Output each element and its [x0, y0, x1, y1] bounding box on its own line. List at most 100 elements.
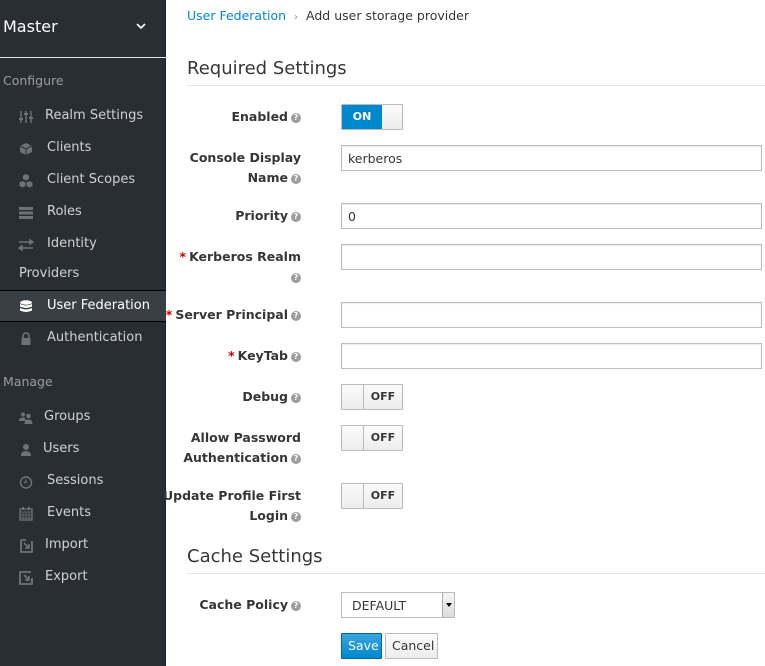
update-profile-first-login-label: Update Profile First Login? — [163, 486, 301, 526]
sidebar-item-clients[interactable]: Clients — [0, 133, 166, 163]
console-display-name-input[interactable] — [341, 145, 762, 171]
enabled-toggle[interactable]: ON — [341, 104, 403, 130]
allow-password-auth-toggle[interactable]: OFF — [341, 425, 403, 451]
help-icon[interactable]: ? — [291, 112, 301, 123]
list-icon — [19, 207, 33, 219]
sidebar-item-user-federation[interactable]: User Federation — [0, 290, 166, 322]
keytab-input[interactable] — [341, 343, 762, 369]
database-icon — [20, 300, 32, 312]
sidebar-item-users[interactable]: Users — [0, 434, 166, 464]
toggle-off-label: OFF — [364, 385, 402, 409]
cache-policy-value: DEFAULT — [352, 598, 407, 613]
help-icon[interactable]: ? — [291, 351, 301, 362]
label-line-2: Name — [247, 170, 288, 185]
cube-icon — [19, 143, 33, 155]
update-profile-first-login-toggle[interactable]: OFF — [341, 483, 403, 509]
kerberos-realm-input[interactable] — [341, 244, 762, 270]
help-icon[interactable]: ? — [291, 310, 301, 321]
breadcrumb-user-federation-link[interactable]: User Federation — [187, 8, 286, 23]
server-principal-label-text: Server Principal — [175, 307, 288, 322]
sidebar-item-label: Groups — [44, 409, 91, 424]
priority-input[interactable] — [341, 203, 762, 229]
sidebar-item-sessions[interactable]: Sessions — [0, 466, 166, 496]
cache-policy-label-text: Cache Policy — [199, 597, 288, 612]
help-icon[interactable]: ? — [291, 211, 301, 222]
label-line-2: Authentication — [183, 450, 288, 465]
label-line-2: Login — [249, 508, 288, 523]
sidebar-item-label-continued: Providers — [19, 266, 80, 281]
exchange-icon — [18, 238, 34, 252]
sidebar-item-export[interactable]: Export — [0, 562, 166, 592]
keytab-label-text: KeyTab — [237, 348, 288, 363]
calendar-icon — [19, 507, 33, 521]
sidebar-item-events[interactable]: Events — [0, 498, 166, 528]
sidebar-item-label: Roles — [47, 204, 82, 219]
sidebar-item-label: User Federation — [47, 298, 150, 313]
dropdown-arrow-icon — [442, 593, 454, 617]
save-button[interactable]: Save — [341, 633, 382, 659]
required-marker: * — [179, 249, 187, 264]
toggle-off-label: OFF — [364, 484, 402, 508]
help-icon[interactable]: ? — [291, 392, 301, 403]
debug-label: Debug? — [242, 387, 301, 407]
clock-icon — [19, 476, 33, 489]
server-principal-label: * Server Principal? — [166, 305, 301, 325]
sidebar-item-label: Realm Settings — [45, 108, 144, 123]
debug-label-text: Debug — [242, 389, 288, 404]
sidebar-item-label: Users — [43, 441, 80, 456]
realm-name: Master — [3, 17, 58, 36]
users-icon — [19, 412, 33, 424]
enabled-label-text: Enabled — [231, 109, 288, 124]
label-line-1: Update Profile First — [163, 488, 301, 503]
toggle-handle — [342, 484, 364, 508]
sidebar-item-client-scopes[interactable]: Client Scopes — [0, 165, 166, 195]
help-icon[interactable]: ? — [291, 600, 301, 611]
help-icon[interactable]: ? — [291, 173, 301, 184]
allow-password-auth-label: Allow Password Authentication? — [183, 428, 301, 468]
lock-icon — [21, 332, 31, 345]
help-icon[interactable]: ? — [291, 511, 301, 522]
required-settings-heading: Required Settings — [187, 58, 765, 86]
keytab-label: * KeyTab? — [228, 346, 301, 366]
required-marker: * — [228, 348, 235, 363]
enabled-label: Enabled? — [231, 107, 301, 127]
toggle-handle — [342, 385, 364, 409]
cache-policy-label: Cache Policy? — [199, 595, 301, 615]
realm-selector[interactable]: Master — [0, 0, 166, 58]
priority-label-text: Priority — [235, 208, 288, 223]
toggle-on-label: ON — [342, 105, 382, 129]
sidebar-item-label: Identity — [47, 236, 97, 251]
breadcrumb-separator: › — [294, 12, 299, 23]
sidebar-item-authentication[interactable]: Authentication — [0, 323, 166, 353]
sidebar-item-label: Export — [45, 569, 88, 584]
server-principal-input[interactable] — [341, 302, 762, 328]
required-marker: * — [165, 307, 173, 322]
help-icon[interactable]: ? — [291, 272, 301, 283]
cache-policy-select[interactable]: DEFAULT — [341, 592, 455, 618]
sidebar-item-import[interactable]: Import — [0, 530, 166, 560]
sliders-icon — [19, 111, 33, 123]
sidebar-item-label: Import — [45, 537, 89, 552]
sidebar-item-label: Sessions — [47, 473, 104, 488]
chevron-down-icon — [136, 23, 146, 30]
section-configure: Configure — [3, 73, 64, 88]
toggle-handle — [382, 105, 402, 129]
debug-toggle[interactable]: OFF — [341, 384, 403, 410]
sidebar-item-label: Clients — [47, 140, 92, 155]
sidebar-item-realm-settings[interactable]: Realm Settings — [0, 101, 166, 131]
breadcrumb: User Federation › Add user storage provide… — [187, 8, 469, 23]
sidebar-item-identity-providers[interactable]: Identity Providers — [0, 229, 166, 287]
export-icon — [19, 571, 33, 585]
cancel-button[interactable]: Cancel — [385, 633, 438, 659]
import-icon — [20, 539, 33, 553]
kerberos-realm-label: * Kerberos Realm ? — [180, 247, 301, 287]
toggle-handle — [342, 426, 364, 450]
cubes-icon — [19, 174, 33, 188]
sidebar-item-label: Authentication — [47, 330, 143, 345]
help-icon[interactable]: ? — [291, 453, 301, 464]
sidebar-item-label: Client Scopes — [47, 172, 136, 187]
sidebar-item-roles[interactable]: Roles — [0, 197, 166, 227]
sidebar-item-groups[interactable]: Groups — [0, 402, 166, 432]
sidebar: Master Configure Realm Settings Clients … — [0, 0, 166, 666]
console-display-name-label: Console Display Name? — [190, 148, 301, 188]
